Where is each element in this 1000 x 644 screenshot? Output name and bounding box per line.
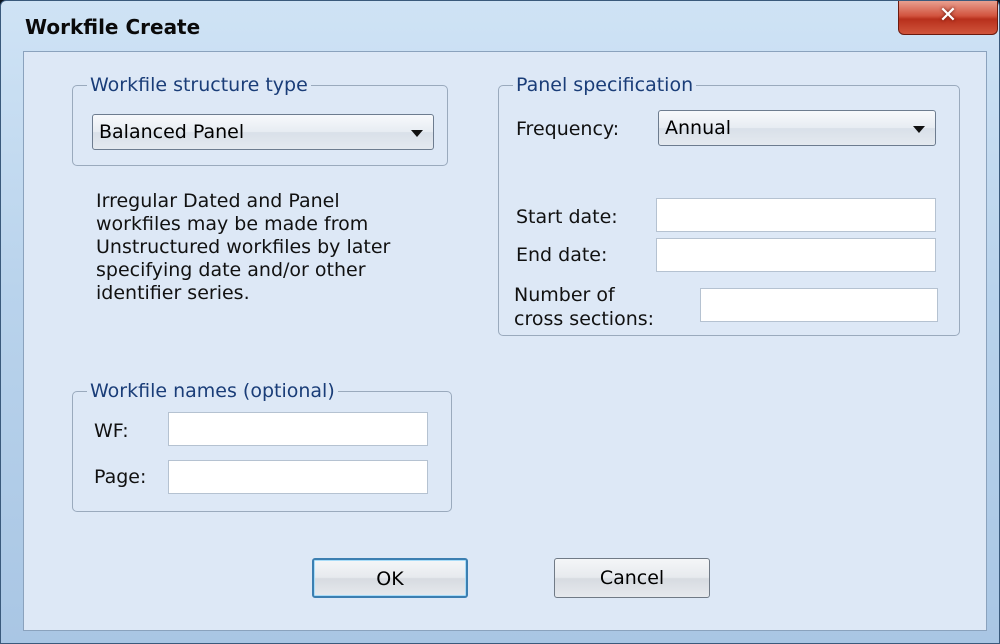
title-bar[interactable]: Workfile Create ✕ xyxy=(1,1,999,51)
window-title: Workfile Create xyxy=(25,15,201,39)
chevron-down-icon xyxy=(411,130,423,137)
panel-specification-legend: Panel specification xyxy=(516,74,694,96)
frequency-value: Annual xyxy=(665,117,732,139)
end-date-label: End date: xyxy=(516,244,608,266)
chevron-down-icon xyxy=(913,126,925,133)
close-icon: ✕ xyxy=(938,3,958,28)
structure-type-value: Balanced Panel xyxy=(99,121,245,143)
cross-sections-label-line2: cross sections: xyxy=(514,308,655,330)
workfile-names-legend: Workfile names (optional) xyxy=(90,380,335,402)
structure-type-select[interactable]: Balanced Panel xyxy=(92,114,434,150)
dialog-body: Workfile structure type Balanced Panel I… xyxy=(23,51,987,631)
ok-button[interactable]: OK xyxy=(312,558,468,598)
cross-sections-label-line1: Number of xyxy=(514,284,615,306)
wf-name-input[interactable] xyxy=(168,412,428,446)
frequency-select[interactable]: Annual xyxy=(658,110,936,146)
structure-type-legend: Workfile structure type xyxy=(90,74,308,96)
frequency-label: Frequency: xyxy=(516,118,620,140)
structure-note: Irregular Dated and Panel workfiles may … xyxy=(96,190,391,304)
start-date-label: Start date: xyxy=(516,206,618,228)
wf-label: WF: xyxy=(94,420,129,442)
page-name-input[interactable] xyxy=(168,460,428,494)
page-label: Page: xyxy=(94,466,147,488)
workfile-create-dialog: Workfile Create ✕ Workfile structure typ… xyxy=(0,0,1000,644)
cross-sections-input[interactable] xyxy=(700,288,938,322)
end-date-input[interactable] xyxy=(656,238,936,272)
close-button[interactable]: ✕ xyxy=(898,1,998,35)
cancel-button[interactable]: Cancel xyxy=(554,558,710,598)
start-date-input[interactable] xyxy=(656,198,936,232)
